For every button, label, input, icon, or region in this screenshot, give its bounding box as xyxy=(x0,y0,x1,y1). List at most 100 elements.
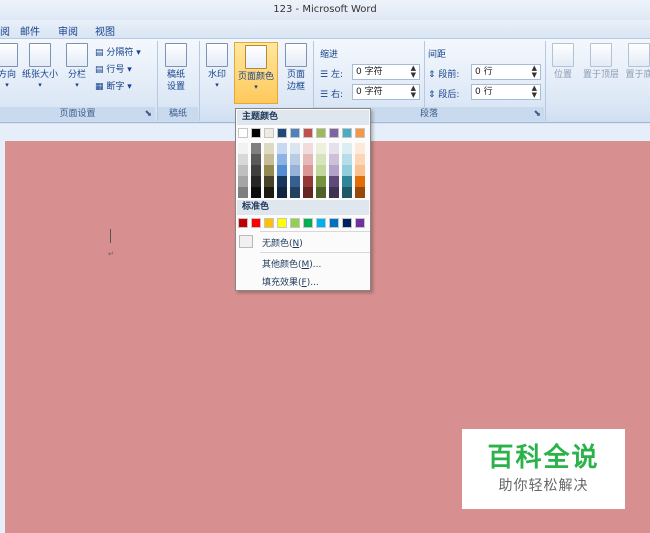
standard-color-swatch[interactable] xyxy=(303,218,313,228)
theme-shade-swatch[interactable] xyxy=(290,165,300,176)
theme-shade-swatch[interactable] xyxy=(264,165,274,176)
spinner-arrows-icon[interactable]: ▲ ▼ xyxy=(411,65,416,79)
line-numbers-button[interactable]: ▤ 行号 ▾ xyxy=(95,62,132,75)
breaks-button[interactable]: ▤ 分隔符 ▾ xyxy=(95,45,141,58)
more-colors-option[interactable]: 其他颜色(M)... xyxy=(262,257,321,270)
standard-color-swatch[interactable] xyxy=(316,218,326,228)
theme-shade-swatch[interactable] xyxy=(264,176,274,187)
no-color-option[interactable]: 无颜色(N) xyxy=(262,236,303,249)
theme-shade-swatch[interactable] xyxy=(277,176,287,187)
standard-color-swatch[interactable] xyxy=(290,218,300,228)
theme-shade-swatch[interactable] xyxy=(316,165,326,176)
theme-shade-swatch[interactable] xyxy=(329,176,339,187)
standard-color-swatch[interactable] xyxy=(251,218,261,228)
theme-shade-swatch[interactable] xyxy=(303,187,313,198)
theme-shade-swatch[interactable] xyxy=(290,143,300,154)
theme-shade-swatch[interactable] xyxy=(290,154,300,165)
theme-shade-swatch[interactable] xyxy=(342,176,352,187)
theme-shade-swatch[interactable] xyxy=(238,176,248,187)
bring-to-front-button[interactable]: 置于顶层 xyxy=(580,43,622,81)
page-borders-button[interactable]: 页面 边框 xyxy=(282,43,310,93)
theme-shade-swatch[interactable] xyxy=(238,165,248,176)
theme-color-swatch[interactable] xyxy=(264,128,274,138)
standard-color-swatch[interactable] xyxy=(264,218,274,228)
theme-color-swatch[interactable] xyxy=(355,128,365,138)
spinner-arrows-icon[interactable]: ▲ ▼ xyxy=(532,65,537,79)
theme-color-swatch[interactable] xyxy=(290,128,300,138)
theme-color-swatch[interactable] xyxy=(329,128,339,138)
theme-shade-swatch[interactable] xyxy=(342,165,352,176)
standard-color-swatch[interactable] xyxy=(277,218,287,228)
theme-shade-swatch[interactable] xyxy=(277,165,287,176)
theme-shade-swatch[interactable] xyxy=(264,187,274,198)
theme-shade-swatch[interactable] xyxy=(238,154,248,165)
theme-shade-swatch[interactable] xyxy=(251,187,261,198)
theme-shade-swatch[interactable] xyxy=(316,154,326,165)
tab-review[interactable]: 审阅 xyxy=(58,23,78,38)
spinner-arrows-icon[interactable]: ▲ ▼ xyxy=(532,85,537,99)
theme-color-swatch[interactable] xyxy=(342,128,352,138)
watermark-button[interactable]: 水印 ▾ xyxy=(203,43,231,89)
hyphenation-button[interactable]: ▦ 断字 ▾ xyxy=(95,79,132,92)
theme-shade-swatch[interactable] xyxy=(303,165,313,176)
theme-shade-swatch[interactable] xyxy=(264,143,274,154)
send-to-back-button[interactable]: 置于底 xyxy=(624,43,650,81)
theme-shade-swatch[interactable] xyxy=(264,154,274,165)
theme-shade-swatch[interactable] xyxy=(329,165,339,176)
theme-shade-swatch[interactable] xyxy=(277,154,287,165)
theme-color-swatch[interactable] xyxy=(303,128,313,138)
theme-shade-swatch[interactable] xyxy=(251,143,261,154)
theme-shade-swatch[interactable] xyxy=(303,154,313,165)
fill-effects-option[interactable]: 填充效果(F)... xyxy=(262,275,319,288)
dialog-launcher-icon[interactable]: ⬊ xyxy=(533,107,541,121)
manuscript-settings-button[interactable]: 稿纸 设置 xyxy=(162,43,190,93)
theme-shade-swatch[interactable] xyxy=(303,176,313,187)
theme-color-swatch[interactable] xyxy=(277,128,287,138)
standard-color-swatch[interactable] xyxy=(355,218,365,228)
theme-shade-swatch[interactable] xyxy=(355,187,365,198)
theme-shade-swatch[interactable] xyxy=(251,165,261,176)
theme-shade-swatch[interactable] xyxy=(277,187,287,198)
theme-shade-swatch[interactable] xyxy=(290,176,300,187)
theme-color-swatch[interactable] xyxy=(251,128,261,138)
theme-shade-swatch[interactable] xyxy=(355,176,365,187)
theme-shade-swatch[interactable] xyxy=(290,187,300,198)
standard-color-swatch[interactable] xyxy=(329,218,339,228)
theme-shade-swatch[interactable] xyxy=(277,143,287,154)
theme-shade-swatch[interactable] xyxy=(329,143,339,154)
theme-shade-swatch[interactable] xyxy=(251,176,261,187)
indent-left-spinner[interactable]: 0 字符 ▲ ▼ xyxy=(352,64,420,80)
theme-shade-swatch[interactable] xyxy=(316,176,326,187)
orientation-button[interactable]: 方向 ▾ xyxy=(0,43,18,89)
spinner-arrows-icon[interactable]: ▲ ▼ xyxy=(411,85,416,99)
theme-shade-swatch[interactable] xyxy=(329,187,339,198)
theme-shade-swatch[interactable] xyxy=(251,154,261,165)
theme-shade-swatch[interactable] xyxy=(355,154,365,165)
position-button[interactable]: 位置 xyxy=(549,43,577,81)
theme-shade-swatch[interactable] xyxy=(355,143,365,154)
tab-references[interactable]: 阅 xyxy=(0,23,10,38)
theme-shade-swatch[interactable] xyxy=(342,187,352,198)
theme-color-swatch[interactable] xyxy=(238,128,248,138)
dialog-launcher-icon[interactable]: ⬊ xyxy=(144,107,152,121)
standard-color-swatch[interactable] xyxy=(342,218,352,228)
theme-shade-swatch[interactable] xyxy=(316,143,326,154)
theme-shade-swatch[interactable] xyxy=(303,143,313,154)
theme-shade-swatch[interactable] xyxy=(329,154,339,165)
tab-view[interactable]: 视图 xyxy=(95,23,115,38)
theme-shade-swatch[interactable] xyxy=(238,143,248,154)
tab-mailings[interactable]: 邮件 xyxy=(20,23,40,38)
page-color-button[interactable]: 页面颜色 ▾ xyxy=(234,42,278,104)
spacing-after-spinner[interactable]: 0 行 ▲ ▼ xyxy=(471,84,541,100)
standard-color-swatch[interactable] xyxy=(238,218,248,228)
theme-shade-swatch[interactable] xyxy=(342,154,352,165)
theme-shade-swatch[interactable] xyxy=(342,143,352,154)
theme-shade-swatch[interactable] xyxy=(355,165,365,176)
theme-shade-swatch[interactable] xyxy=(316,187,326,198)
theme-shade-swatch[interactable] xyxy=(238,187,248,198)
paper-size-button[interactable]: 纸张大小 ▾ xyxy=(18,43,62,89)
indent-right-spinner[interactable]: 0 字符 ▲ ▼ xyxy=(352,84,420,100)
spacing-before-spinner[interactable]: 0 行 ▲ ▼ xyxy=(471,64,541,80)
columns-button[interactable]: 分栏 ▾ xyxy=(64,43,90,89)
theme-color-swatch[interactable] xyxy=(316,128,326,138)
